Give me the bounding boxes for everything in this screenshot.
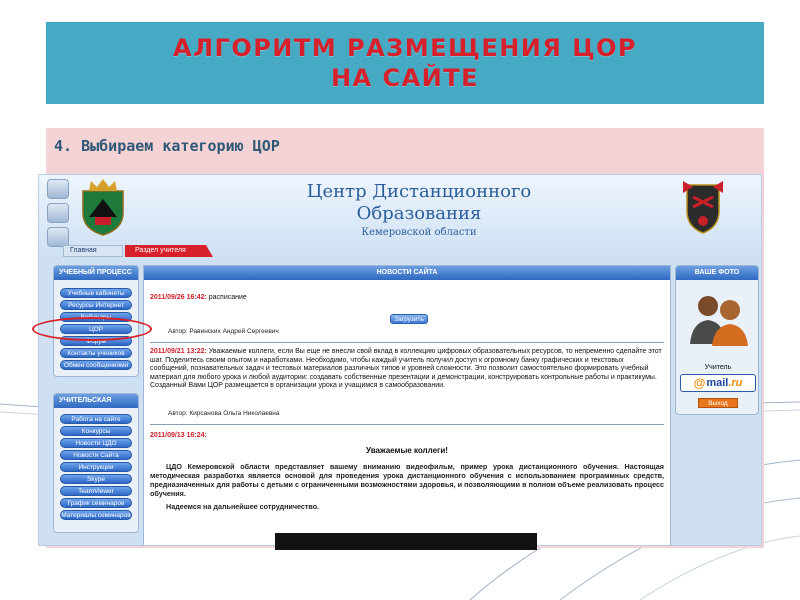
mailru-word: mail	[706, 377, 729, 389]
menu-messages-button[interactable]: Обмен сообщениями	[60, 360, 132, 370]
news-divider	[150, 342, 664, 343]
teacher-menu-title: УЧИТЕЛЬСКАЯ	[54, 394, 138, 408]
mailru-domain: .ru	[728, 377, 743, 389]
news-1-author: Автор: Равинских Андрей Сергеевич	[168, 328, 279, 335]
emblem-icon	[683, 181, 723, 234]
news-header: НОВОСТИ САЙТА	[144, 266, 670, 280]
photo-header: ВАШЕ ФОТО	[676, 266, 758, 280]
news-1-date: 2011/09/26 16:42:	[150, 294, 207, 301]
side-home-icon[interactable]	[47, 179, 69, 199]
cor-highlight-ellipse	[32, 317, 152, 341]
teacher-menu-box: УЧИТЕЛЬСКАЯ Работа на сайте Конкурсы Нов…	[53, 393, 139, 533]
news-3-closing: Надеемся на дальнейшее сотрудничество.	[166, 502, 320, 511]
news-3-date: 2011/09/13 16:24:	[150, 432, 207, 439]
news-2-text: Уважаемые коллеги, если Вы еще не внесли…	[150, 348, 662, 389]
menu-instructions-button[interactable]: Инструкции	[60, 462, 132, 472]
news-3-title: Уважаемые коллеги!	[366, 446, 448, 455]
users-avatar-icon	[690, 296, 748, 346]
menu-student-contacts-button[interactable]: Контакты учеников	[60, 348, 132, 358]
region-crest-icon	[82, 179, 124, 236]
slide-title-bar: АЛГОРИТМ РАЗМЕЩЕНИЯ ЦОР НА САЙТЕ	[46, 22, 764, 104]
nav-home-tab[interactable]: Главная	[63, 245, 123, 257]
logout-button[interactable]: Выход	[698, 398, 738, 408]
menu-skype-button[interactable]: Skype	[60, 474, 132, 484]
step-text: 4. Выбираем категорию ЦОР	[54, 137, 280, 155]
teacher-label: Учитель	[704, 364, 732, 371]
nav-teacher-tab[interactable]: Раздел учителя	[125, 245, 213, 257]
side-map-icon[interactable]	[47, 203, 69, 223]
menu-classrooms-button[interactable]: Учебные кабинеты	[60, 288, 132, 298]
slide-title-line2: НА САЙТЕ	[330, 64, 480, 92]
video-bar	[275, 533, 537, 550]
menu-site-news-button[interactable]: Новости Сайта	[60, 450, 132, 460]
site-title: Центр Дистанционного Образования	[219, 181, 619, 225]
menu-teamviewer-button[interactable]: TeamViewer	[60, 486, 132, 496]
news-2-date: 2011/09/21 13:22:	[150, 348, 207, 355]
news-item-2: 2011/09/21 13:22: Уважаемые коллеги, есл…	[150, 348, 664, 391]
site-title-line1: Центр Дистанционного	[306, 181, 532, 202]
news-item-1: 2011/09/26 16:42: расписание	[150, 294, 664, 303]
menu-site-work-button[interactable]: Работа на сайте	[60, 414, 132, 424]
news-item-3-date-row: 2011/09/13 16:24:	[150, 432, 664, 441]
download-button[interactable]: Загрузить	[390, 314, 428, 324]
site-header: Центр Дистанционного Образования Кемеров…	[39, 175, 761, 257]
process-menu-title: УЧЕБНЫЙ ПРОЦЕСС	[54, 266, 138, 280]
news-panel: НОВОСТИ САЙТА 2011/09/26 16:42: расписан…	[143, 265, 671, 545]
news-3-body: ЦДО Кемеровской области представляет ваш…	[150, 462, 664, 498]
news-divider	[150, 424, 664, 425]
side-mail-icon[interactable]	[47, 227, 69, 247]
news-1-text: расписание	[206, 294, 247, 301]
site-subtitle: Кемеровской области	[361, 227, 477, 238]
right-column: ВАШЕ ФОТО Учитель @ mail .ru Выход	[675, 265, 759, 415]
mailru-login-box[interactable]: @ mail .ru	[680, 374, 756, 392]
website-screenshot: Центр Дистанционного Образования Кемеров…	[38, 174, 762, 546]
mailru-at: @	[693, 376, 706, 390]
menu-seminar-schedule-button[interactable]: График семинаров	[60, 498, 132, 508]
slide-title-line1: АЛГОРИТМ РАЗМЕЩЕНИЯ ЦОР	[173, 34, 637, 62]
menu-internet-resources-button[interactable]: Ресурсы Интернет	[60, 300, 132, 310]
menu-cdo-news-button[interactable]: Новости ЦДО	[60, 438, 132, 448]
menu-contests-button[interactable]: Конкурсы	[60, 426, 132, 436]
site-top-nav: Главная Раздел учителя	[39, 245, 761, 257]
news-2-author: Автор: Кирсанова Ольга Николаевна	[168, 410, 280, 417]
menu-seminar-materials-button[interactable]: Материалы семинаров	[60, 510, 132, 520]
site-title-line2: Образования	[356, 203, 482, 224]
